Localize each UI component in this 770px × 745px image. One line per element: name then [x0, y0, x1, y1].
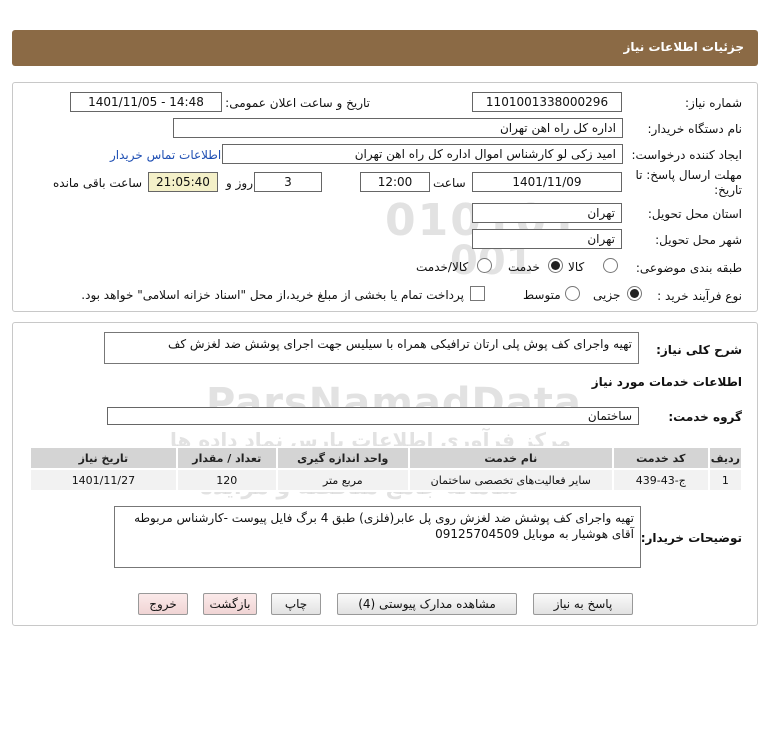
col-name-header: نام خدمت — [407, 446, 614, 470]
announce-field: 1401/11/05 - 14:48 — [70, 92, 222, 112]
exit-button[interactable]: خروج — [138, 593, 188, 615]
remaining-label: ساعت باقی مانده — [53, 176, 143, 190]
table-row: 1 ج-43-439 سایر فعالیت‌های تخصصی ساختمان… — [29, 468, 744, 492]
services-heading: اطلاعات خدمات مورد نیاز — [591, 375, 742, 389]
process-radio-medium[interactable] — [565, 286, 580, 301]
treasury-checkbox[interactable] — [470, 286, 485, 301]
process-option-minor: جزیی — [593, 288, 621, 302]
days-field: 3 — [254, 172, 322, 192]
time-label: ساعت — [433, 176, 466, 190]
buyer-org-field: اداره کل راه اهن تهران — [173, 118, 623, 138]
info-panel — [12, 82, 758, 312]
category-option-service: خدمت — [508, 260, 540, 274]
category-radio-goods[interactable] — [603, 258, 618, 273]
buyer-org-label: نام دستگاه خریدار: — [647, 122, 743, 136]
table-header-row: ردیف کد خدمت نام خدمت واحد اندازه گیری ت… — [29, 446, 744, 470]
reply-button[interactable]: پاسخ به نیاز — [533, 593, 633, 615]
city-label: شهر محل تحویل: — [655, 233, 742, 247]
creator-field: امید زکی لو کارشناس اموال اداره کل راه ا… — [222, 144, 623, 164]
remaining-time-field: 21:05:40 — [148, 172, 218, 192]
service-group-label: گروه خدمت: — [668, 410, 742, 424]
buyer-notes-field: تهیه واجرای کف پوشش ضد لغزش روی پل عابر(… — [114, 506, 641, 568]
col-date-header: تاریخ نیاز — [29, 446, 178, 470]
process-option-medium: متوسط — [523, 288, 561, 302]
cell-code: ج-43-439 — [611, 468, 710, 492]
days-label: روز و — [226, 176, 253, 190]
cell-row: 1 — [707, 468, 744, 492]
cell-name: سایر فعالیت‌های تخصصی ساختمان — [407, 468, 614, 492]
process-label: نوع فرآیند خرید : — [657, 289, 742, 303]
col-code-header: کد خدمت — [611, 446, 710, 470]
category-option-both: کالا/خدمت — [416, 260, 469, 274]
deadline-label-date: تاریخ: — [714, 183, 742, 197]
creator-label: ایجاد کننده درخواست: — [631, 148, 742, 162]
need-number-label: شماره نیاز: — [685, 96, 742, 110]
cell-qty: 120 — [175, 468, 278, 492]
category-radio-both[interactable] — [477, 258, 492, 273]
need-number-field: 1101001338000296 — [472, 92, 622, 112]
col-row-header: ردیف — [707, 446, 744, 470]
back-button[interactable]: بازگشت — [203, 593, 257, 615]
view-attachments-button[interactable]: مشاهده مدارک پیوستی (4) — [337, 593, 517, 615]
page-header: جزئیات اطلاعات نیاز — [12, 30, 758, 66]
cell-unit: مربع متر — [275, 468, 410, 492]
col-unit-header: واحد اندازه گیری — [275, 446, 410, 470]
summary-label: شرح کلی نیاز: — [656, 343, 742, 357]
summary-field: تهیه واجرای کف پوش پلی ارتان ترافیکی همر… — [104, 332, 639, 364]
city-field: تهران — [472, 229, 622, 249]
col-qty-header: تعداد / مقدار — [175, 446, 278, 470]
page-title: جزئیات اطلاعات نیاز — [623, 40, 744, 54]
print-button[interactable]: چاپ — [271, 593, 321, 615]
services-table: ردیف کد خدمت نام خدمت واحد اندازه گیری ت… — [29, 446, 744, 492]
service-group-field: ساختمان — [107, 407, 639, 425]
deadline-label: مهلت ارسال پاسخ: تا — [635, 168, 742, 182]
deadline-date-field: 1401/11/09 — [472, 172, 622, 192]
cell-date: 1401/11/27 — [29, 468, 178, 492]
buyer-notes-label: توضیحات خریدار: — [640, 531, 742, 545]
process-radio-minor[interactable] — [627, 286, 642, 301]
announce-label: تاریخ و ساعت اعلان عمومی: — [225, 96, 370, 110]
deadline-time-field: 12:00 — [360, 172, 430, 192]
province-label: استان محل تحویل: — [647, 207, 742, 221]
contact-info-link[interactable]: اطلاعات تماس خریدار — [110, 148, 221, 162]
category-label: طبقه بندی موضوعی: — [635, 261, 742, 275]
category-radio-service[interactable] — [548, 258, 563, 273]
payment-note: پرداخت تمام یا بخشی از مبلغ خرید،از محل … — [81, 288, 464, 302]
province-field: تهران — [472, 203, 622, 223]
category-option-goods: کالا — [568, 260, 585, 274]
